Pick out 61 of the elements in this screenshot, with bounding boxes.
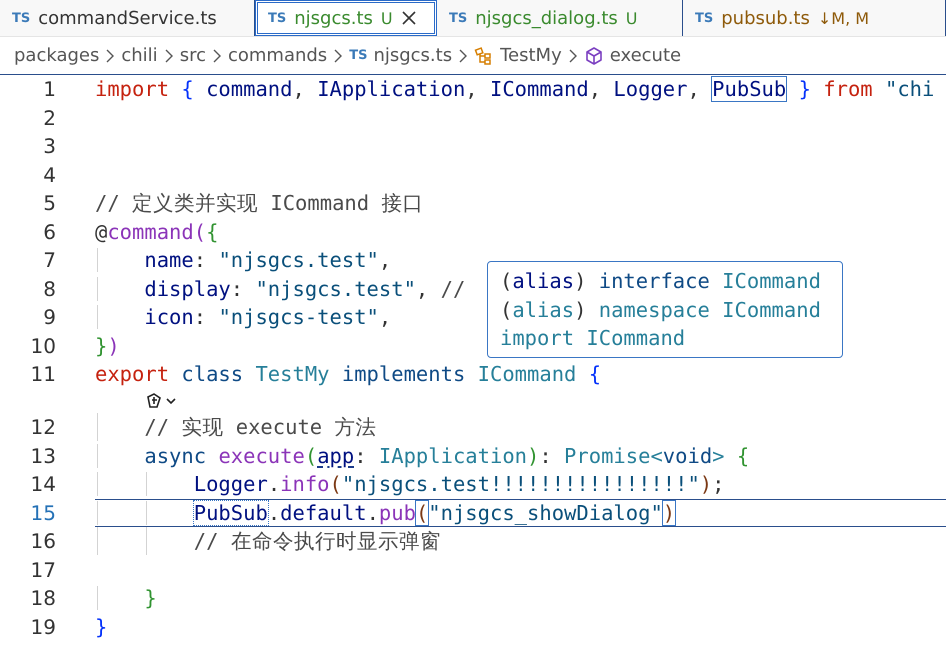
line-number: 16 bbox=[30, 529, 56, 554]
line-number: 7 bbox=[42, 248, 56, 272]
breadcrumb-item[interactable]: src bbox=[180, 45, 206, 66]
chevron-icon bbox=[164, 48, 174, 62]
code-line: // 定义类并实现 ICommand 接口 bbox=[95, 190, 424, 218]
chevron-icon bbox=[568, 48, 578, 62]
code-line: } bbox=[95, 586, 157, 610]
git-status-label: ↓M, M bbox=[818, 8, 870, 28]
line-number: 6 bbox=[42, 220, 56, 244]
code-line: name: "njsgcs.test", bbox=[95, 248, 392, 272]
tooltip-line: import ICommand bbox=[500, 325, 686, 352]
chevron-icon bbox=[212, 48, 222, 62]
line-number: 5 bbox=[42, 191, 56, 216]
chevron-icon bbox=[333, 48, 344, 62]
typescript-file-icon: TS bbox=[449, 10, 468, 26]
git-status-label: U bbox=[626, 8, 638, 28]
chevron-icon bbox=[458, 48, 468, 62]
line-number: 17 bbox=[30, 558, 56, 582]
tooltip-line: (alias) namespace ICommand bbox=[500, 296, 822, 324]
line-number: 12 bbox=[30, 415, 56, 440]
code-line: // 实现 execute 方法 bbox=[95, 413, 376, 442]
chevron-icon bbox=[105, 48, 116, 62]
breadcrumb-item[interactable]: packages bbox=[14, 45, 100, 66]
typescript-file-icon: TS bbox=[695, 10, 714, 26]
line-number: 1 bbox=[42, 77, 56, 102]
tooltip-line: (alias) interface ICommand bbox=[500, 268, 822, 295]
typescript-file-icon: TS bbox=[12, 10, 30, 26]
line-number: 11 bbox=[30, 362, 56, 386]
breadcrumb-item[interactable]: execute bbox=[610, 45, 682, 66]
line-number: 3 bbox=[42, 134, 56, 158]
close-icon[interactable] bbox=[400, 10, 417, 26]
line-number: 9 bbox=[42, 305, 56, 330]
typescript-file-icon: TS bbox=[349, 48, 368, 63]
code-line: @command({ bbox=[95, 220, 218, 244]
code-line: } bbox=[95, 614, 108, 639]
code-line: import { command, IApplication, ICommand, Logger, PubSub } from "chi bbox=[95, 77, 934, 102]
breadcrumb-item[interactable]: TestMy bbox=[500, 45, 562, 66]
editor-tab[interactable]: TS njsgcs.ts U bbox=[255, 0, 437, 36]
cube-icon bbox=[584, 46, 604, 66]
line-number: 4 bbox=[42, 162, 56, 187]
git-status-label: U bbox=[380, 8, 393, 28]
line-number: 19 bbox=[30, 614, 56, 639]
line-number: 10 bbox=[30, 334, 56, 358]
breadcrumb-item[interactable]: njsgcs.ts bbox=[373, 45, 452, 66]
code-line: PubSub.default.pub("njsgcs_showDialog") bbox=[95, 500, 676, 525]
line-number: 8 bbox=[42, 276, 56, 301]
code-line: display: "njsgcs.test", // bbox=[95, 276, 466, 301]
line-number: 18 bbox=[30, 586, 56, 610]
line-number: 15 bbox=[30, 500, 56, 525]
code-line: async execute(app: IApplication): Promise<void> { bbox=[95, 444, 750, 468]
code-line: // 在命令执行时显示弹窗 bbox=[95, 527, 441, 556]
code-line: icon: "njsgcs-test", bbox=[95, 305, 392, 330]
line-number: 13 bbox=[30, 444, 56, 468]
line-number: 2 bbox=[42, 106, 56, 130]
code-line: }) bbox=[95, 334, 120, 358]
typescript-file-icon: TS bbox=[268, 10, 286, 26]
breadcrumb-item[interactable]: chili bbox=[121, 45, 158, 66]
breadcrumb-item[interactable]: commands bbox=[228, 45, 328, 66]
code-line: Logger.info("njsgcs.test!!!!!!!!!!!!!!!!"); bbox=[95, 472, 724, 496]
code-line: export class TestMy implements ICommand { bbox=[95, 362, 602, 386]
line-number: 14 bbox=[30, 472, 56, 496]
